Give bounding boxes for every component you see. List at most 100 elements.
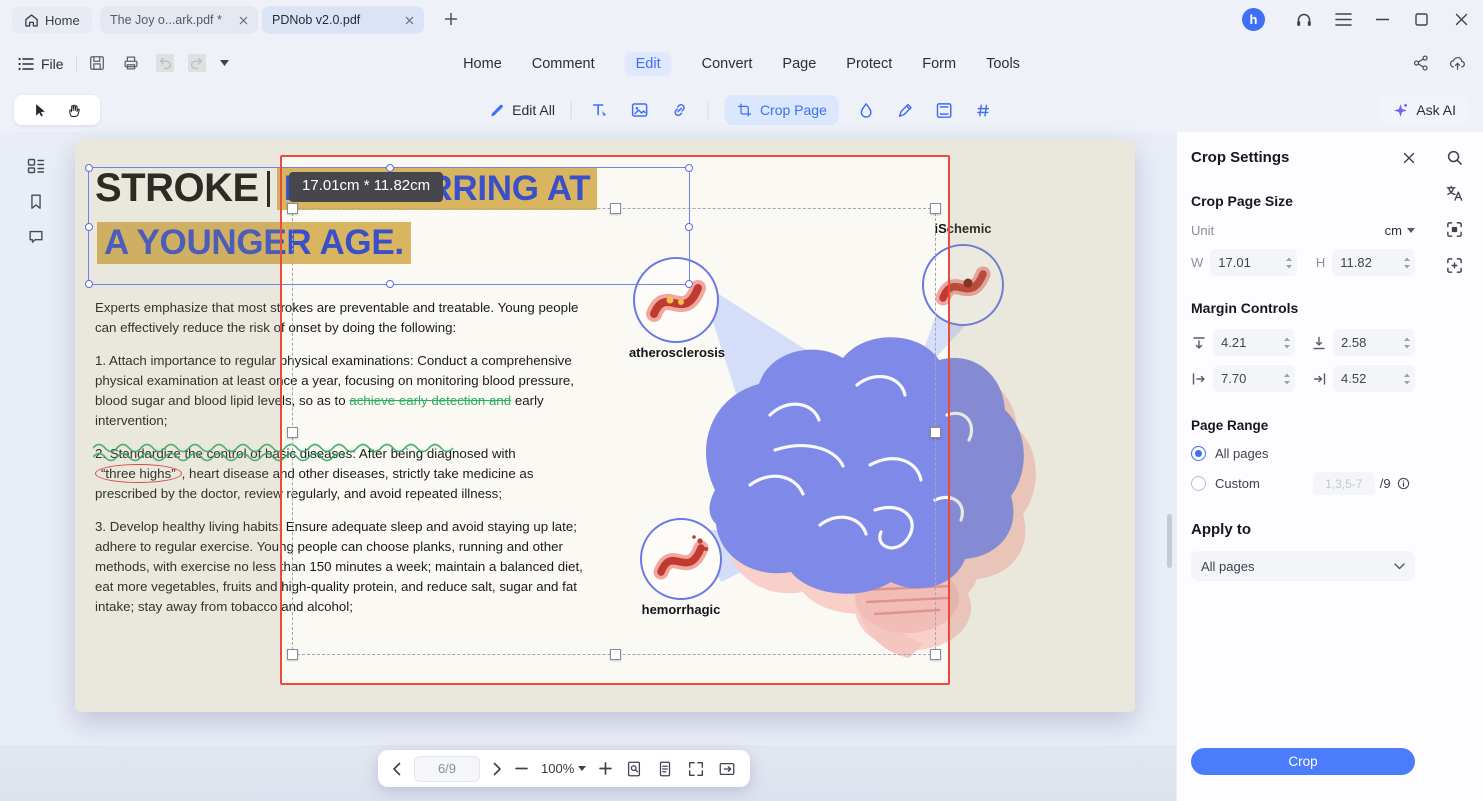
bates-numbering-icon[interactable] [972, 99, 995, 122]
selection-handle[interactable] [85, 223, 93, 231]
menu-edit-active[interactable]: Edit [625, 52, 672, 76]
margin-right-input[interactable] [1341, 371, 1401, 386]
ask-ai-button[interactable]: Ask AI [1379, 95, 1469, 125]
comments-panel-icon[interactable] [27, 228, 45, 246]
custom-range-radio[interactable] [1191, 476, 1206, 491]
edit-text-icon[interactable] [588, 98, 612, 122]
zoom-out-icon[interactable] [515, 762, 528, 775]
edit-link-icon[interactable] [668, 98, 692, 122]
close-panel-icon[interactable] [1403, 152, 1415, 164]
selection-handle[interactable] [85, 280, 93, 288]
save-icon[interactable] [88, 54, 106, 72]
custom-range-input[interactable] [1313, 472, 1375, 495]
height-stepper[interactable] [1332, 249, 1415, 276]
bookmarks-panel-icon[interactable] [27, 192, 45, 211]
cloud-upload-icon[interactable] [1448, 54, 1467, 72]
home-label: Home [45, 13, 80, 28]
menu-tools[interactable]: Tools [986, 56, 1020, 72]
height-input[interactable] [1340, 255, 1401, 270]
zoom-in-icon[interactable] [599, 762, 612, 775]
file-list-icon [18, 57, 34, 71]
fullscreen-icon[interactable] [687, 760, 705, 778]
edit-all-button[interactable]: Edit All [488, 102, 555, 119]
tab-document-1[interactable]: The Joy o...ark.pdf * [100, 6, 258, 34]
next-page-icon[interactable] [493, 762, 502, 776]
zoom-level: 100% [541, 761, 574, 776]
apply-to-dropdown[interactable]: All pages [1191, 551, 1415, 581]
maximize-window-icon[interactable] [1415, 13, 1428, 26]
margin-left-stepper[interactable] [1213, 365, 1295, 392]
fit-selection-icon[interactable] [1445, 256, 1464, 275]
more-tools-caret-icon[interactable] [220, 60, 229, 66]
width-input[interactable] [1218, 255, 1283, 270]
minimize-window-icon[interactable] [1376, 18, 1389, 21]
previous-page-icon[interactable] [392, 762, 401, 776]
menubar-right [1412, 54, 1467, 72]
menu-form[interactable]: Form [922, 56, 956, 72]
new-tab-button[interactable] [443, 11, 459, 27]
crop-settings-panel: Crop Settings Crop Page Size Unit cm W [1176, 132, 1483, 801]
stepper-arrows-icon[interactable] [1403, 372, 1411, 386]
all-pages-radio[interactable] [1191, 446, 1206, 461]
thumbnails-panel-icon[interactable] [26, 156, 46, 176]
header-footer-icon[interactable] [933, 99, 956, 122]
margin-bottom-input[interactable] [1341, 335, 1401, 350]
stepper-arrows-icon[interactable] [1283, 372, 1291, 386]
watermark-icon[interactable] [855, 99, 878, 122]
crop-size-tooltip: 17.01cm * 11.82cm [289, 172, 443, 202]
file-menu[interactable]: File [18, 52, 64, 76]
hand-tool-icon[interactable] [66, 102, 83, 119]
share-icon[interactable] [1412, 54, 1430, 72]
margin-top-stepper[interactable] [1213, 329, 1295, 356]
stepper-arrows-icon[interactable] [1403, 256, 1411, 270]
menu-home[interactable]: Home [463, 56, 502, 72]
margin-bottom-stepper[interactable] [1333, 329, 1415, 356]
crop-frame[interactable] [280, 155, 950, 685]
close-tab-icon[interactable] [405, 16, 414, 25]
crop-page-button[interactable]: Crop Page [725, 95, 839, 125]
translate-icon[interactable] [1445, 184, 1464, 203]
pdf-page[interactable]: STROKE IS OCCURRING AT A YOUNGER AGE. Ex… [75, 140, 1135, 712]
home-button[interactable]: Home [12, 7, 92, 33]
crop-preview-icon[interactable] [1445, 220, 1464, 239]
single-page-view-icon[interactable] [656, 760, 674, 778]
undo-icon[interactable] [156, 54, 174, 72]
menu-comment[interactable]: Comment [532, 56, 595, 72]
search-icon[interactable] [1445, 148, 1464, 167]
margin-left-input[interactable] [1221, 371, 1281, 386]
crop-confirm-button[interactable]: Crop [1191, 748, 1415, 775]
close-window-icon[interactable] [1455, 13, 1468, 26]
print-icon[interactable] [122, 54, 140, 72]
page-indicator[interactable]: 6/9 [414, 756, 480, 782]
margin-top-input[interactable] [1221, 335, 1281, 350]
page-preview-icon[interactable] [625, 760, 643, 778]
menu-convert[interactable]: Convert [702, 56, 753, 72]
support-headset-icon[interactable] [1294, 10, 1314, 30]
stepper-arrows-icon[interactable] [1285, 256, 1293, 270]
avatar[interactable]: h [1242, 8, 1265, 31]
select-cursor-icon[interactable] [31, 102, 48, 119]
tab-document-2-active[interactable]: PDNob v2.0.pdf [262, 6, 424, 34]
unit-dropdown[interactable]: cm [1385, 223, 1415, 238]
ai-sparkle-icon [1392, 102, 1409, 119]
margin-right-stepper[interactable] [1333, 365, 1415, 392]
edit-image-icon[interactable] [628, 98, 652, 122]
page-navigation-bar: 6/9 100% [378, 750, 750, 787]
close-tab-icon[interactable] [239, 16, 248, 25]
menu-page[interactable]: Page [782, 56, 816, 72]
info-icon[interactable] [1396, 476, 1411, 491]
selection-handle[interactable] [85, 164, 93, 172]
canvas-scrollbar[interactable] [1167, 514, 1172, 568]
menu-protect[interactable]: Protect [846, 56, 892, 72]
redo-icon[interactable] [188, 54, 206, 72]
total-pages-label: /9 [1380, 476, 1391, 491]
menu-icon[interactable] [1335, 12, 1352, 27]
pointer-tools [14, 95, 100, 125]
width-stepper[interactable] [1210, 249, 1297, 276]
zoom-level-dropdown[interactable]: 100% [541, 761, 586, 776]
stepper-arrows-icon[interactable] [1403, 336, 1411, 350]
panel-title: Crop Settings [1191, 149, 1289, 166]
background-icon[interactable] [894, 99, 917, 122]
presentation-mode-icon[interactable] [718, 760, 736, 778]
stepper-arrows-icon[interactable] [1283, 336, 1291, 350]
